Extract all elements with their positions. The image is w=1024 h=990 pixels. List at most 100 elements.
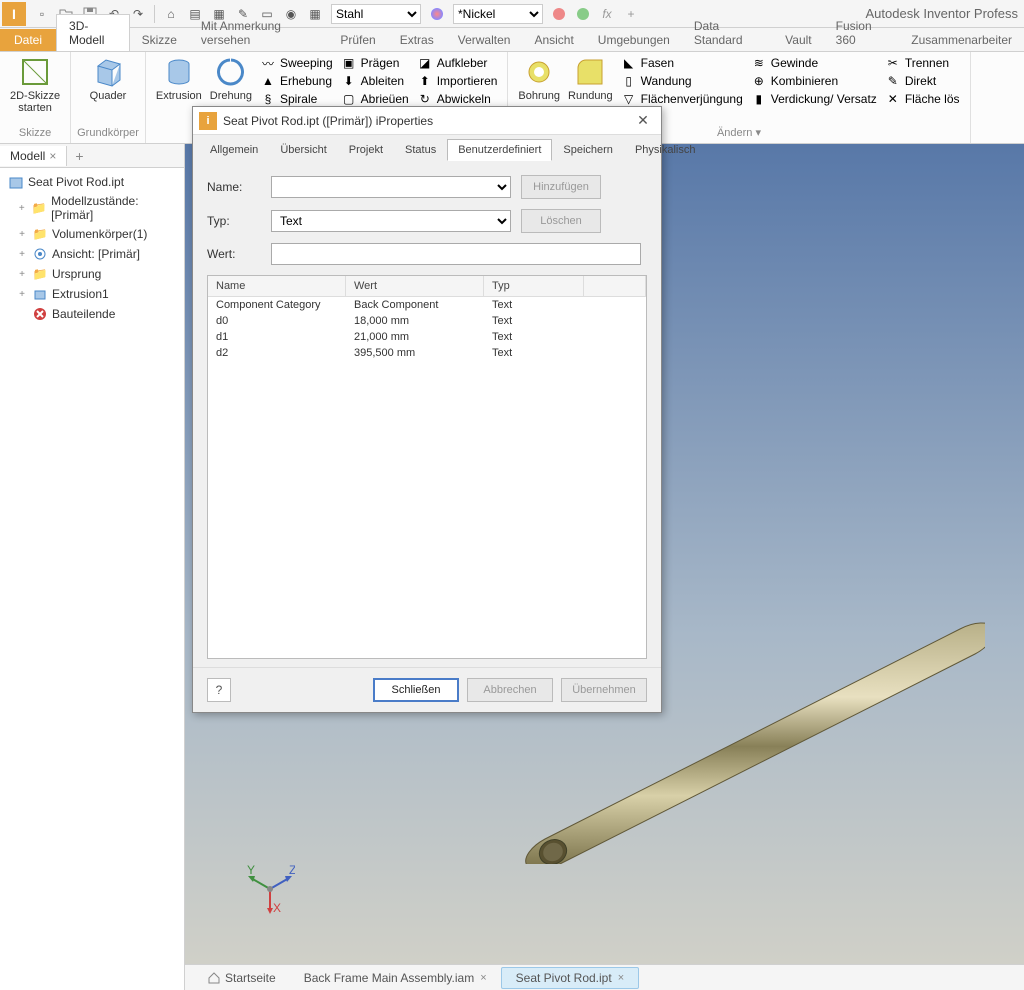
tab-ansicht[interactable]: Ansicht xyxy=(522,29,585,51)
appearance-select[interactable]: *Nickel xyxy=(453,4,543,24)
expand-icon[interactable]: + xyxy=(16,249,28,260)
name-field[interactable] xyxy=(271,176,511,198)
expand-icon[interactable]: + xyxy=(16,229,28,240)
color-wheel-2-icon[interactable] xyxy=(548,3,570,25)
col-wert[interactable]: Wert xyxy=(346,276,484,296)
col-typ[interactable]: Typ xyxy=(484,276,584,296)
dtab-status[interactable]: Status xyxy=(394,139,447,161)
tree-label: Ansicht: [Primär] xyxy=(52,247,140,261)
typ-field[interactable]: Text xyxy=(271,210,511,232)
dialog-body: Name: Hinzufügen Typ: Text Löschen Wert:… xyxy=(193,161,661,667)
tab-fusion360[interactable]: Fusion 360 xyxy=(824,15,900,51)
tree-item[interactable]: +📁Volumenkörper(1) xyxy=(2,224,182,244)
dtab-physikalisch[interactable]: Physikalisch xyxy=(624,139,707,161)
close-icon[interactable]: × xyxy=(49,149,56,163)
help-button[interactable]: ? xyxy=(207,678,231,702)
new-icon[interactable]: ▫ xyxy=(31,3,53,25)
tab-verwalten[interactable]: Verwalten xyxy=(446,29,523,51)
tree-item[interactable]: + Ansicht: [Primär] xyxy=(2,244,182,264)
group-title: Grundkörper xyxy=(77,125,139,141)
tree-item[interactable]: Bauteilende xyxy=(2,304,182,324)
btn-label: Erhebung xyxy=(280,74,332,88)
expand-icon[interactable]: + xyxy=(16,269,28,280)
tree-item[interactable]: +📁Modellzustände: [Primär] xyxy=(2,192,182,224)
table-row[interactable]: d018,000 mmText xyxy=(208,313,646,329)
home-icon[interactable]: ⌂ xyxy=(160,3,182,25)
close-dialog-button[interactable]: Schließen xyxy=(373,678,459,702)
tab-3d-modell[interactable]: 3D-Modell xyxy=(56,14,130,51)
add-tab-button[interactable]: + xyxy=(67,148,91,164)
tree-label: Seat Pivot Rod.ipt xyxy=(28,175,124,189)
wert-field[interactable] xyxy=(271,243,641,265)
color-wheel-3-icon[interactable] xyxy=(572,3,594,25)
btn-aufkleber[interactable]: ◪Aufkleber xyxy=(413,54,502,72)
dtab-benutzerdefiniert[interactable]: Benutzerdefiniert xyxy=(447,139,552,161)
quader-icon xyxy=(92,56,124,88)
tree-label: Volumenkörper(1) xyxy=(52,227,147,241)
btn-wandung[interactable]: ▯Wandung xyxy=(617,72,747,90)
btn-sweeping[interactable]: 〰Sweeping xyxy=(256,54,337,72)
tab-zusammenarbeiter[interactable]: Zusammenarbeiter xyxy=(899,29,1024,51)
close-icon[interactable]: × xyxy=(480,972,486,984)
btn-2d-skizze[interactable]: 2D-Skizze starten xyxy=(6,54,64,116)
table-row[interactable]: Component CategoryBack ComponentText xyxy=(208,297,646,313)
tab-extras[interactable]: Extras xyxy=(388,29,446,51)
tab-startseite[interactable]: Startseite xyxy=(193,968,290,988)
table-row[interactable]: d2395,500 mmText xyxy=(208,345,646,361)
tree-item[interactable]: +📁Ursprung xyxy=(2,264,182,284)
btn-importieren[interactable]: ⬆Importieren xyxy=(413,72,502,90)
color-wheel-1-icon[interactable] xyxy=(426,3,448,25)
btn-ableiten[interactable]: ⬇Ableiten xyxy=(337,72,413,90)
plus-icon[interactable]: + xyxy=(620,3,642,25)
tab-vault[interactable]: Vault xyxy=(773,29,823,51)
btn-quader[interactable]: Quader xyxy=(86,54,131,104)
btn-gewinde[interactable]: ≋Gewinde xyxy=(747,54,881,72)
tree-item[interactable]: +Extrusion1 xyxy=(2,284,182,304)
btn-flaeche-loes[interactable]: ✕Fläche lös xyxy=(881,90,964,108)
btn-drehung[interactable]: Drehung xyxy=(206,54,256,104)
btn-direkt[interactable]: ✎Direkt xyxy=(881,72,964,90)
tab-file[interactable]: Datei xyxy=(0,29,56,51)
btn-praegen[interactable]: ▣Prägen xyxy=(337,54,413,72)
col-name[interactable]: Name xyxy=(208,276,346,296)
expand-icon[interactable]: + xyxy=(16,203,28,214)
btn-label: Trennen xyxy=(905,56,949,70)
tab-anmerkung[interactable]: Mit Anmerkung versehen xyxy=(189,15,328,51)
dtab-uebersicht[interactable]: Übersicht xyxy=(269,139,337,161)
btn-trennen[interactable]: ✂Trennen xyxy=(881,54,964,72)
tab-label: Seat Pivot Rod.ipt xyxy=(516,971,612,985)
btn-label: Flächenverjüngung xyxy=(641,92,743,106)
btn-fasen[interactable]: ◣Fasen xyxy=(617,54,747,72)
redo-icon[interactable]: ↷ xyxy=(127,3,149,25)
close-icon[interactable]: × xyxy=(618,972,624,984)
dtab-projekt[interactable]: Projekt xyxy=(338,139,394,161)
dtab-speichern[interactable]: Speichern xyxy=(552,139,624,161)
tab-data-standard[interactable]: Data Standard xyxy=(682,15,773,51)
fx-icon[interactable]: fx xyxy=(596,3,618,25)
expand-icon[interactable]: + xyxy=(16,289,28,300)
tab-document-active[interactable]: Seat Pivot Rod.ipt × xyxy=(501,967,640,989)
close-button[interactable]: ✕ xyxy=(631,111,655,131)
table-row[interactable]: d121,000 mmText xyxy=(208,329,646,345)
browser-tab-modell[interactable]: Modell× xyxy=(0,146,67,166)
table-header: Name Wert Typ xyxy=(208,276,646,297)
tree-root[interactable]: Seat Pivot Rod.ipt xyxy=(2,172,182,192)
btn-label: Direkt xyxy=(905,74,936,88)
appearance-selector[interactable]: *Nickel xyxy=(453,4,543,24)
btn-extrusion[interactable]: Extrusion xyxy=(152,54,206,104)
model-browser: Modell× + Seat Pivot Rod.ipt +📁Modellzus… xyxy=(0,144,185,990)
material-select-1[interactable]: Stahl xyxy=(331,4,421,24)
btn-erhebung[interactable]: ▲Erhebung xyxy=(256,72,337,90)
tab-pruefen[interactable]: Prüfen xyxy=(328,29,387,51)
dialog-titlebar[interactable]: i Seat Pivot Rod.ipt ([Primär]) iPropert… xyxy=(193,107,661,135)
btn-verdickung[interactable]: ▮Verdickung/ Versatz xyxy=(747,90,881,108)
tab-skizze[interactable]: Skizze xyxy=(130,29,189,51)
tab-document[interactable]: Back Frame Main Assembly.iam × xyxy=(290,968,501,988)
axis-widget[interactable]: X Y Z xyxy=(245,864,295,914)
material-selector-1[interactable]: Stahl xyxy=(331,4,421,24)
btn-label: Wandung xyxy=(641,74,692,88)
btn-kombinieren[interactable]: ⊕Kombinieren xyxy=(747,72,881,90)
tab-umgebungen[interactable]: Umgebungen xyxy=(586,29,682,51)
dtab-allgemein[interactable]: Allgemein xyxy=(199,139,269,161)
properties-table[interactable]: Name Wert Typ Component CategoryBack Com… xyxy=(207,275,647,659)
